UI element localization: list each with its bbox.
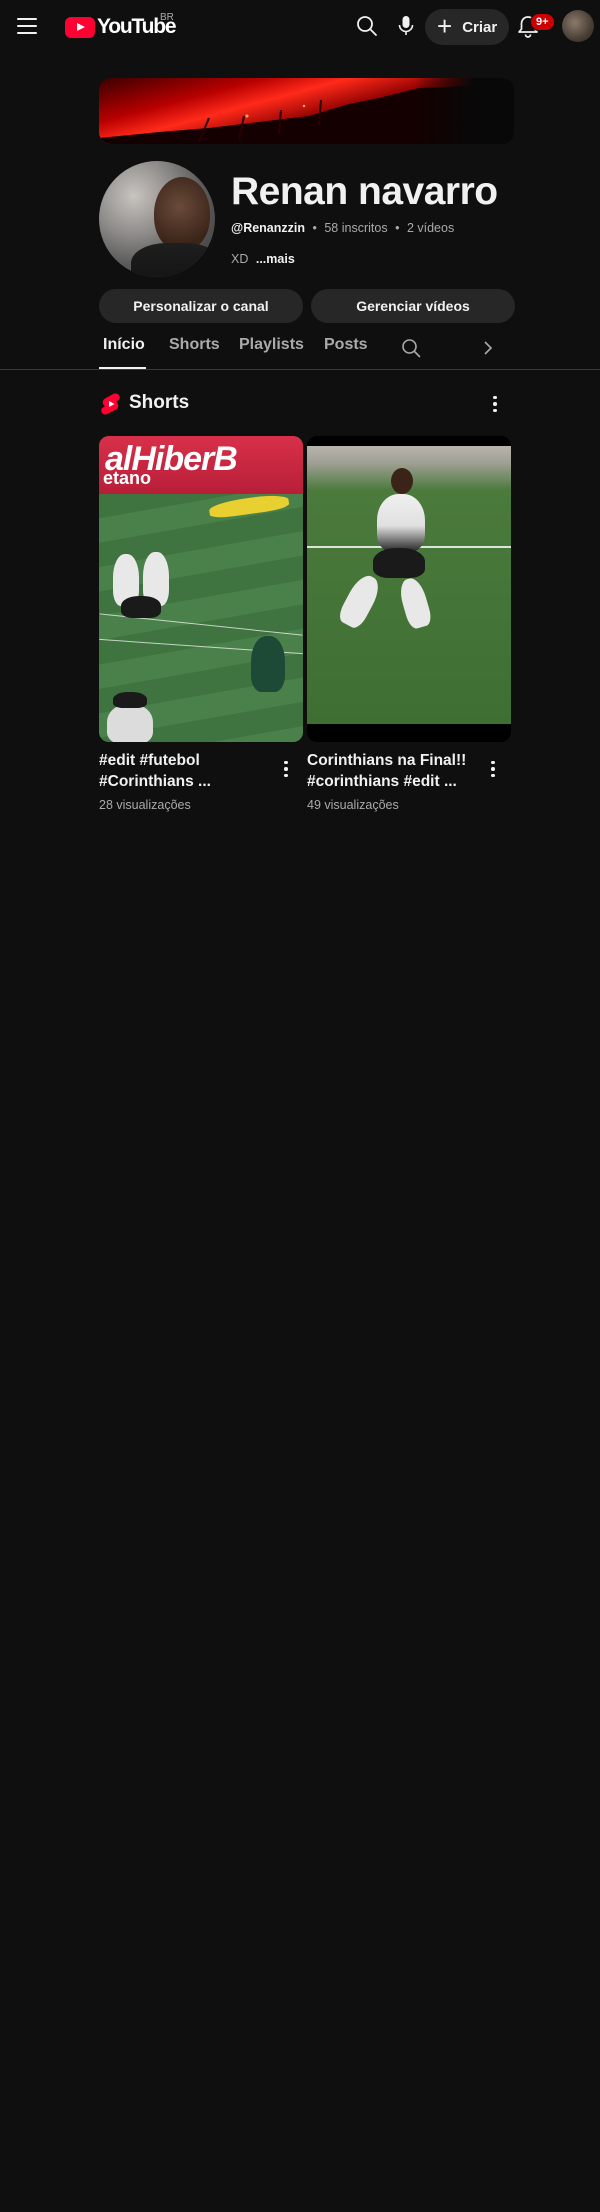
channel-meta: @Renanzzin • 58 inscritos • 2 vídeos: [231, 221, 454, 235]
short-views: 28 visualizações: [99, 798, 191, 812]
channel-banner: [99, 78, 514, 144]
more-link[interactable]: ...mais: [256, 252, 295, 266]
search-icon[interactable]: [349, 8, 385, 44]
tab-shorts[interactable]: Shorts: [169, 336, 220, 354]
short-thumbnail[interactable]: alHiberB etano: [99, 436, 303, 742]
meta-separator: •: [395, 221, 400, 235]
account-avatar[interactable]: [562, 10, 594, 42]
subscriber-count: 58 inscritos: [324, 221, 388, 235]
short-thumbnail[interactable]: [307, 436, 511, 742]
hamburger-menu-icon[interactable]: [14, 13, 40, 39]
channel-avatar[interactable]: [99, 161, 215, 277]
shorts-logo-icon: [100, 392, 122, 416]
notification-badge: 9+: [530, 13, 555, 31]
short-views: 49 visualizações: [307, 798, 399, 812]
create-label: Criar: [462, 18, 498, 36]
youtube-play-icon: [65, 16, 95, 38]
tab-posts[interactable]: Posts: [324, 336, 368, 354]
channel-description[interactable]: XD ...mais: [231, 252, 295, 266]
customize-channel-button[interactable]: Personalizar o canal: [99, 289, 303, 323]
meta-separator: •: [312, 221, 317, 235]
tab-home[interactable]: Início: [103, 336, 145, 354]
active-tab-indicator: [99, 367, 146, 369]
thumbnail-ad-text: etano: [103, 468, 152, 488]
chevron-right-icon[interactable]: [470, 330, 506, 366]
plus-icon: +: [437, 11, 453, 41]
short-title[interactable]: #edit #futebol #Corinthians ...: [99, 750, 274, 792]
description-text: XD: [231, 252, 249, 266]
channel-name: Renan navarro: [231, 170, 498, 213]
channel-handle: @Renanzzin: [231, 221, 305, 235]
channel-search-icon[interactable]: [393, 330, 429, 366]
create-button[interactable]: + Criar: [425, 9, 509, 45]
youtube-logo[interactable]: YouTube: [65, 15, 177, 39]
country-code: BR: [160, 12, 174, 23]
video-count: 2 vídeos: [406, 221, 455, 235]
short-more-icon[interactable]: [483, 757, 503, 781]
manage-videos-button[interactable]: Gerenciar vídeos: [311, 289, 515, 323]
top-app-bar: YouTube BR + Criar 9+: [0, 0, 600, 52]
short-more-icon[interactable]: [276, 757, 296, 781]
microphone-icon[interactable]: [388, 8, 424, 44]
section-more-icon[interactable]: [485, 392, 505, 416]
channel-tabs: Início Shorts Playlists Posts: [0, 330, 600, 370]
tab-playlists[interactable]: Playlists: [239, 336, 304, 354]
short-title[interactable]: Corinthians na Final!! #corinthians #edi…: [307, 750, 482, 792]
section-title: Shorts: [129, 392, 190, 413]
